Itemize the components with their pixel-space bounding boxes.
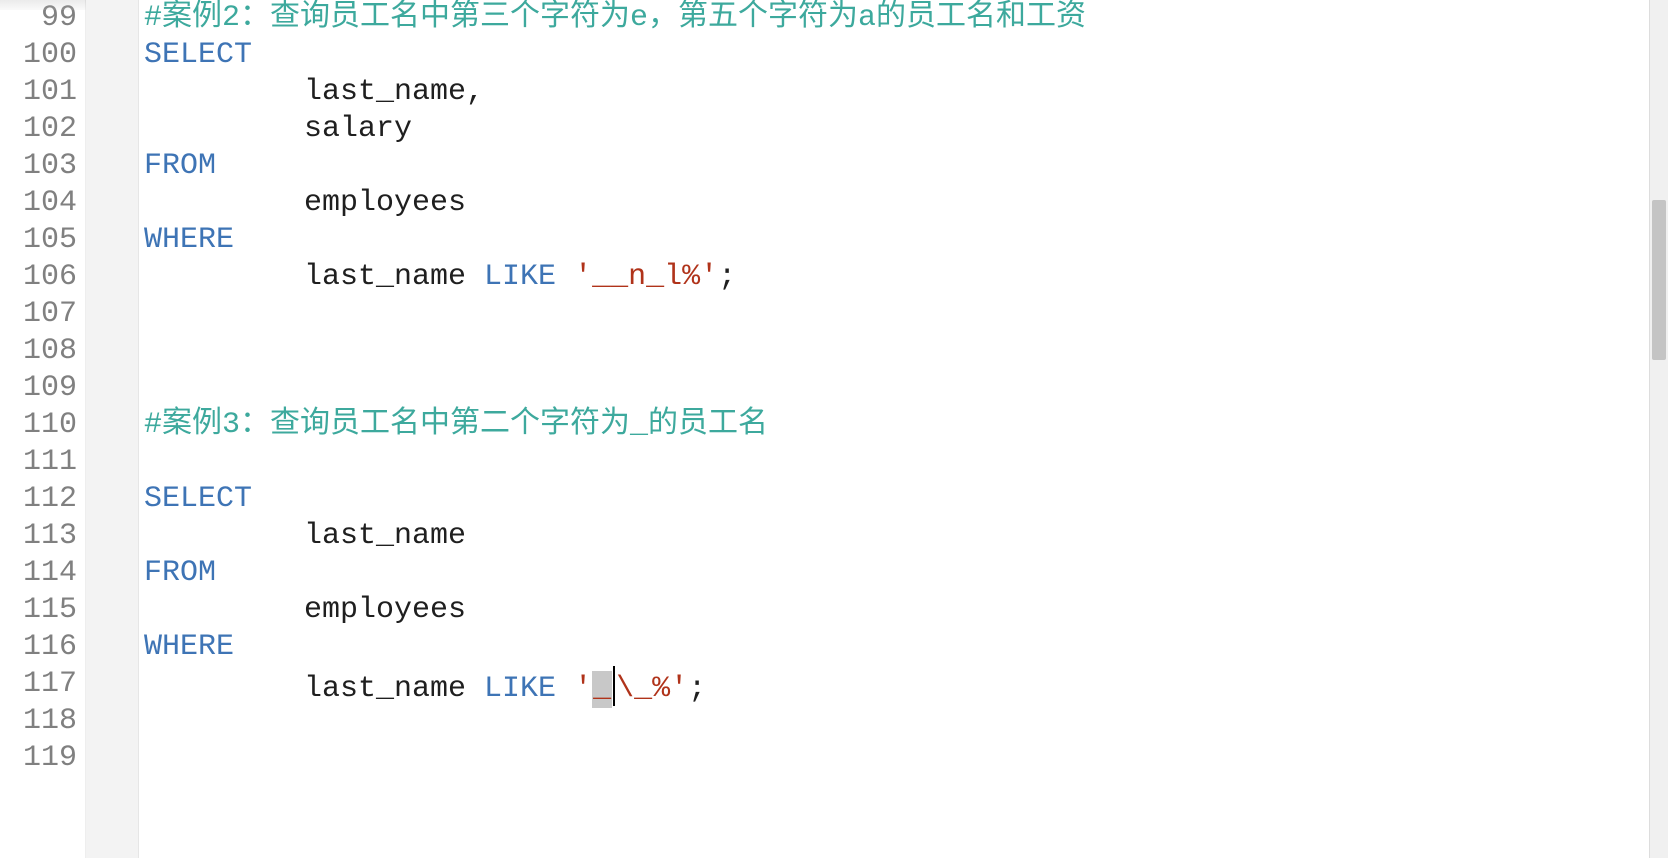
code-line[interactable]: last_name xyxy=(144,518,1668,555)
code-line[interactable]: FROM xyxy=(144,555,1668,592)
line-number: 101 xyxy=(0,74,85,111)
code-token xyxy=(556,260,574,294)
code-token: \_%' xyxy=(616,672,688,706)
code-token: SELECT xyxy=(144,482,252,516)
code-token: employees xyxy=(304,593,466,627)
code-line[interactable] xyxy=(144,703,1668,740)
fold-margin xyxy=(86,0,139,858)
scrollbar-thumb[interactable] xyxy=(1652,200,1666,360)
line-number: 108 xyxy=(0,333,85,370)
line-number: 113 xyxy=(0,518,85,555)
code-line[interactable] xyxy=(144,333,1668,370)
code-area[interactable]: #案例2：查询员工名中第三个字符为e，第五个字符为a的员工名和工资SELECTl… xyxy=(86,0,1668,858)
line-number: 110 xyxy=(0,407,85,444)
code-token: salary xyxy=(304,112,412,146)
line-number: 115 xyxy=(0,592,85,629)
line-number: 118 xyxy=(0,703,85,740)
code-line[interactable]: employees xyxy=(144,185,1668,222)
code-token: FROM xyxy=(144,556,216,590)
code-token: WHERE xyxy=(144,630,234,664)
text-selection: _ xyxy=(592,671,612,708)
line-number: 100 xyxy=(0,37,85,74)
code-token: ; xyxy=(688,672,706,706)
line-number: 102 xyxy=(0,111,85,148)
code-line[interactable]: FROM xyxy=(144,148,1668,185)
line-number: 104 xyxy=(0,185,85,222)
code-token: LIKE xyxy=(484,260,556,294)
code-token: last_name xyxy=(304,260,484,294)
code-token: employees xyxy=(304,186,466,220)
code-token: FROM xyxy=(144,149,216,183)
code-token: ' xyxy=(574,672,592,706)
code-line[interactable]: SELECT xyxy=(144,481,1668,518)
line-number: 119 xyxy=(0,740,85,777)
code-line[interactable]: last_name LIKE '_\_%'; xyxy=(144,666,1668,703)
code-token: SELECT xyxy=(144,38,252,72)
code-line[interactable]: employees xyxy=(144,592,1668,629)
line-number: 114 xyxy=(0,555,85,592)
code-editor: 9910010110210310410510610710810911011111… xyxy=(0,0,1668,858)
code-token: LIKE xyxy=(484,672,556,706)
line-number: 105 xyxy=(0,222,85,259)
line-number: 116 xyxy=(0,629,85,666)
code-line[interactable]: WHERE xyxy=(144,222,1668,259)
line-number: 103 xyxy=(0,148,85,185)
code-line[interactable]: SELECT xyxy=(144,37,1668,74)
line-number-gutter: 9910010110210310410510610710810911011111… xyxy=(0,0,86,858)
code-lines[interactable]: #案例2：查询员工名中第三个字符为e，第五个字符为a的员工名和工资SELECTl… xyxy=(144,0,1668,777)
code-token: last_name, xyxy=(304,75,484,109)
line-number: 117 xyxy=(0,666,85,703)
code-line[interactable] xyxy=(144,370,1668,407)
code-token: '__n_l%' xyxy=(574,260,718,294)
code-token: #案例2：查询员工名中第三个字符为e，第五个字符为a的员工名和工资 xyxy=(144,1,1086,35)
text-caret xyxy=(613,666,615,706)
line-number: 111 xyxy=(0,444,85,481)
code-token xyxy=(556,672,574,706)
vertical-scrollbar[interactable] xyxy=(1649,0,1668,858)
code-line[interactable]: WHERE xyxy=(144,629,1668,666)
code-line[interactable]: #案例2：查询员工名中第三个字符为e，第五个字符为a的员工名和工资 xyxy=(144,0,1668,37)
line-number: 109 xyxy=(0,370,85,407)
code-token: WHERE xyxy=(144,223,234,257)
line-number: 112 xyxy=(0,481,85,518)
code-line[interactable] xyxy=(144,740,1668,777)
code-line[interactable]: last_name LIKE '__n_l%'; xyxy=(144,259,1668,296)
line-number: 107 xyxy=(0,296,85,333)
code-token: last_name xyxy=(304,672,484,706)
code-line[interactable] xyxy=(144,296,1668,333)
line-number: 106 xyxy=(0,259,85,296)
code-token: ; xyxy=(718,260,736,294)
code-token: #案例3：查询员工名中第二个字符为_的员工名 xyxy=(144,408,768,442)
code-token: last_name xyxy=(304,519,466,553)
code-line[interactable] xyxy=(144,444,1668,481)
code-line[interactable]: #案例3：查询员工名中第二个字符为_的员工名 xyxy=(144,407,1668,444)
code-line[interactable]: last_name, xyxy=(144,74,1668,111)
code-line[interactable]: salary xyxy=(144,111,1668,148)
